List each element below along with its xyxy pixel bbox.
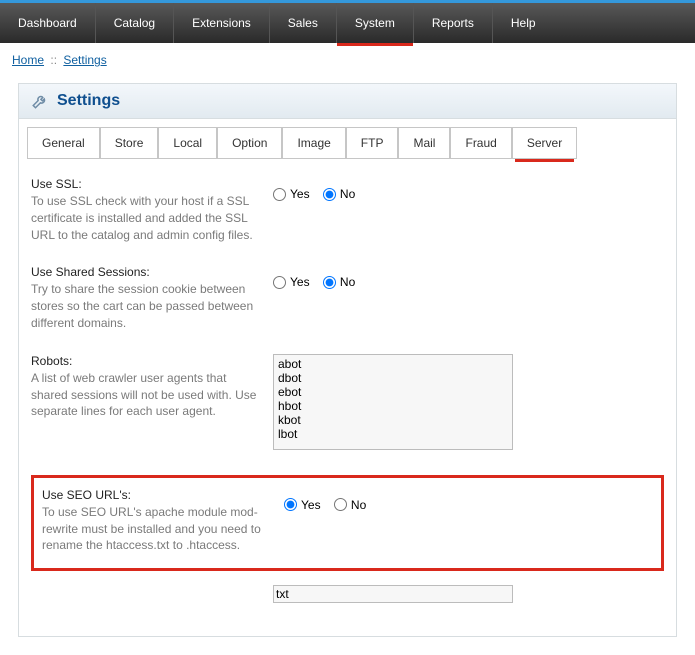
ssl-yes-label: Yes — [290, 187, 310, 201]
seo-no-label: No — [351, 498, 366, 512]
robots-label: Robots: — [31, 354, 263, 368]
tab-general[interactable]: General — [27, 127, 100, 159]
breadcrumb-sep: :: — [50, 53, 57, 67]
ssl-no-radio[interactable] — [323, 188, 336, 201]
shared-desc: Try to share the session cookie between … — [31, 281, 263, 331]
nav-help[interactable]: Help — [493, 3, 554, 43]
tab-option[interactable]: Option — [217, 127, 282, 159]
seo-no[interactable]: No — [334, 498, 366, 512]
robots-desc: A list of web crawler user agents that s… — [31, 370, 263, 420]
shared-yes-radio[interactable] — [273, 276, 286, 289]
nav-system[interactable]: System — [337, 3, 414, 43]
nav-reports[interactable]: Reports — [414, 3, 493, 43]
top-nav: Dashboard Catalog Extensions Sales Syste… — [0, 0, 695, 43]
seo-desc: To use SEO URL's apache module mod-rewri… — [42, 504, 274, 554]
tab-local[interactable]: Local — [158, 127, 217, 159]
shared-no[interactable]: No — [323, 275, 355, 289]
shared-no-radio[interactable] — [323, 276, 336, 289]
field-ssl: Use SSL: To use SSL check with your host… — [31, 177, 664, 243]
shared-no-label: No — [340, 275, 355, 289]
seo-yes-radio[interactable] — [284, 498, 297, 511]
ssl-no-label: No — [340, 187, 355, 201]
ssl-desc: To use SSL check with your host if a SSL… — [31, 193, 263, 243]
field-seo: Use SEO URL's: To use SEO URL's apache m… — [42, 488, 653, 554]
ssl-label: Use SSL: — [31, 177, 263, 191]
tab-mail[interactable]: Mail — [398, 127, 450, 159]
ssl-yes[interactable]: Yes — [273, 187, 310, 201]
breadcrumb-settings[interactable]: Settings — [63, 53, 106, 67]
shared-yes-label: Yes — [290, 275, 310, 289]
seo-highlight: Use SEO URL's: To use SEO URL's apache m… — [31, 475, 664, 571]
tabs: General Store Local Option Image FTP Mai… — [19, 119, 676, 159]
panel-header: Settings — [19, 84, 676, 119]
nav-sales[interactable]: Sales — [270, 3, 337, 43]
nav-catalog[interactable]: Catalog — [96, 3, 174, 43]
page-title: Settings — [57, 92, 120, 110]
breadcrumb: Home :: Settings — [0, 43, 695, 77]
tab-ftp[interactable]: FTP — [346, 127, 399, 159]
seo-yes-label: Yes — [301, 498, 321, 512]
tab-store[interactable]: Store — [100, 127, 159, 159]
tab-image[interactable]: Image — [282, 127, 345, 159]
field-extra — [31, 579, 664, 606]
seo-no-radio[interactable] — [334, 498, 347, 511]
robots-textarea[interactable] — [273, 354, 513, 450]
field-shared-sessions: Use Shared Sessions: Try to share the se… — [31, 265, 664, 331]
seo-label: Use SEO URL's: — [42, 488, 274, 502]
nav-extensions[interactable]: Extensions — [174, 3, 270, 43]
breadcrumb-home[interactable]: Home — [12, 53, 44, 67]
ssl-yes-radio[interactable] — [273, 188, 286, 201]
field-robots: Robots: A list of web crawler user agent… — [31, 354, 664, 453]
extra-input[interactable] — [273, 585, 513, 603]
ssl-no[interactable]: No — [323, 187, 355, 201]
nav-dashboard[interactable]: Dashboard — [0, 3, 96, 43]
shared-label: Use Shared Sessions: — [31, 265, 263, 279]
seo-yes[interactable]: Yes — [284, 498, 321, 512]
wrench-icon — [31, 92, 49, 110]
shared-yes[interactable]: Yes — [273, 275, 310, 289]
tab-fraud[interactable]: Fraud — [450, 127, 511, 159]
tab-server[interactable]: Server — [512, 127, 577, 159]
